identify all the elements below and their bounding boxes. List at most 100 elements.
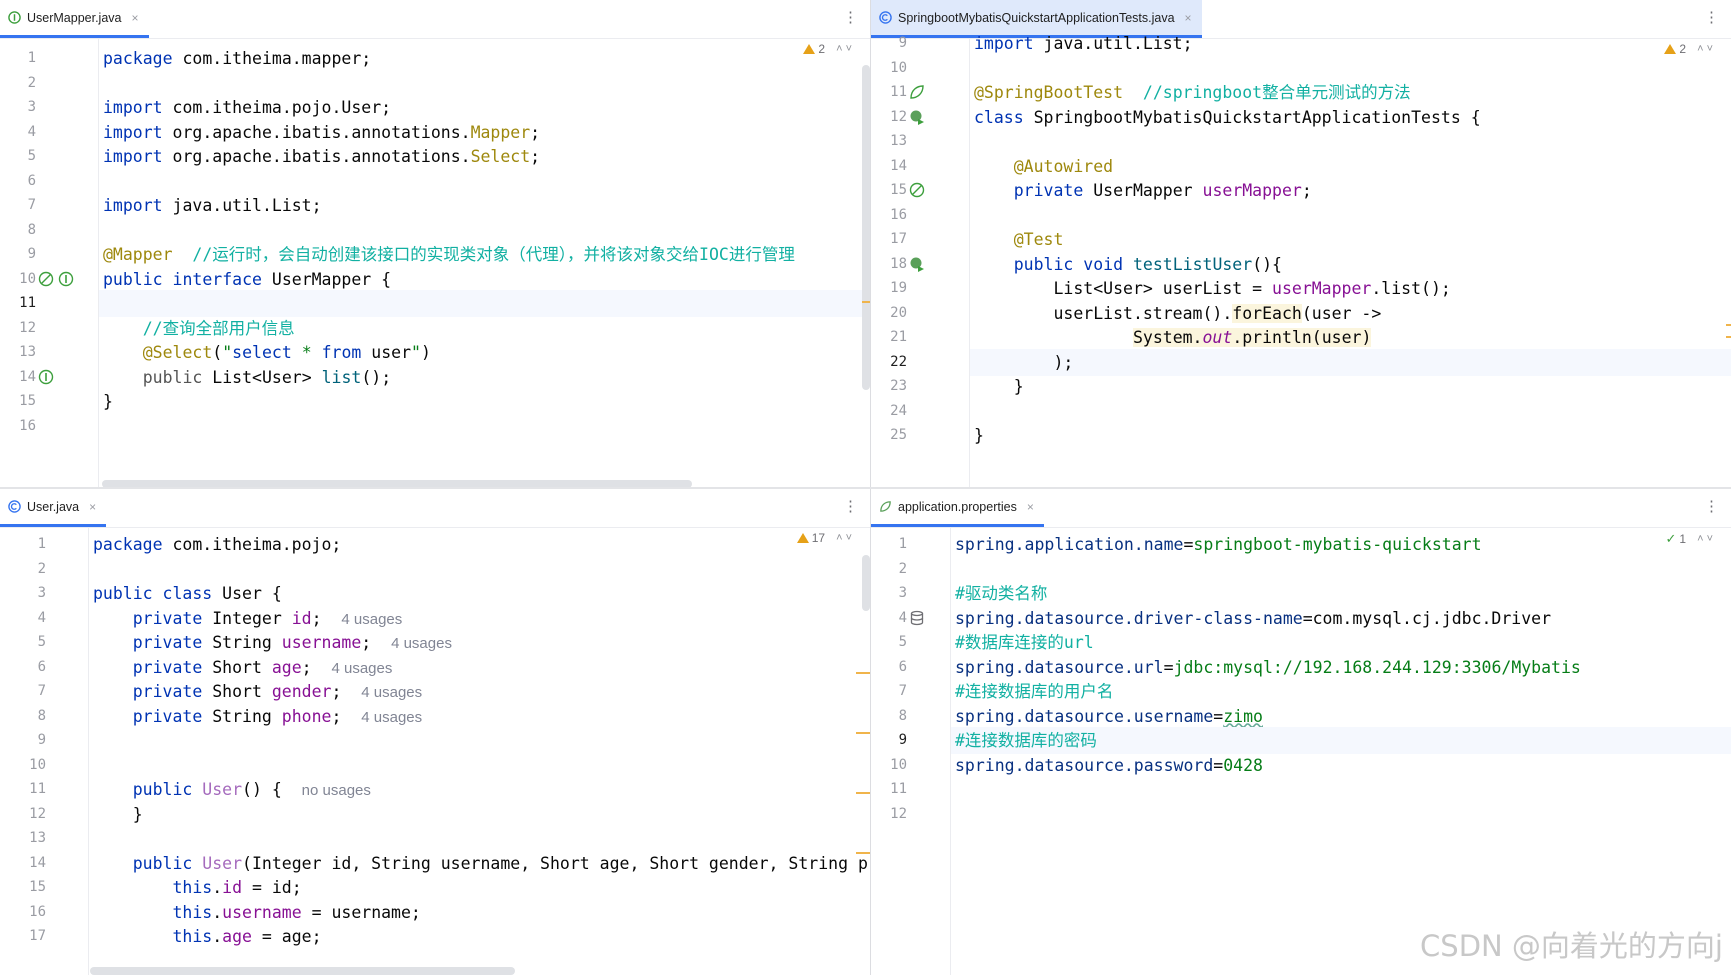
line-gutter[interactable]: 1 2 3 4 5 6 7 8 9 10 11 12 13 14 15 16 17 [0,527,89,975]
warning-stripe-mark[interactable] [856,732,870,734]
tab-user[interactable]: User.java × [0,489,107,527]
code-line[interactable] [970,398,1731,425]
run-test-icon[interactable] [909,109,925,125]
code-line[interactable]: } [970,373,1731,400]
implemented-icon[interactable] [38,369,54,385]
code-area[interactable]: spring.application.name=springboot-mybat… [951,527,1731,975]
code-line[interactable]: #连接数据库的用户名 [951,678,1731,705]
code-line[interactable]: private Short gender; 4 usages [89,678,870,705]
code-line[interactable]: this.id = id; [89,874,870,901]
warning-stripe-mark[interactable] [862,301,870,303]
more-options-icon[interactable]: ⋮ [1704,8,1719,26]
line-gutter[interactable]: 9 10 11 12 13 14 15 16 17 18 19 20 21 22 23 24 25 [871,35,970,487]
code-line[interactable]: #连接数据库的密码 [951,727,1731,754]
code-line[interactable]: import org.apache.ibatis.annotations.Sel… [99,143,870,170]
database-icon[interactable] [909,610,925,626]
run-test-icon[interactable] [909,256,925,272]
code-line[interactable]: List<User> userList = userMapper.list(); [970,275,1731,302]
code-line[interactable]: @SpringBootTest //springboot整合单元测试的方法 [970,79,1731,106]
horizontal-scrollbar[interactable] [102,480,692,487]
tab-usermapper[interactable]: UserMapper.java × [0,0,149,38]
code-line[interactable] [89,727,870,754]
code-line[interactable]: private Short age; 4 usages [89,654,870,681]
code-line[interactable] [99,168,870,195]
code-line[interactable] [99,217,870,244]
code-line[interactable]: private Integer id; 4 usages [89,605,870,632]
code-line[interactable]: package com.itheima.mapper; [99,45,870,72]
more-options-icon[interactable]: ⋮ [843,497,858,515]
code-line[interactable]: //查询全部用户信息 [99,315,870,342]
code-line[interactable]: import com.itheima.pojo.User; [99,94,870,121]
code-line[interactable] [970,128,1731,155]
no-errors-icon[interactable] [38,271,54,287]
code-area[interactable]: import java.util.List; @SpringBootTest //… [970,34,1731,487]
code-line[interactable]: #数据库连接的url [951,629,1731,656]
code-line[interactable]: @Test [970,226,1731,253]
code-line[interactable] [970,55,1731,82]
code-line[interactable]: } [970,422,1731,449]
code-area[interactable]: package com.itheima.mapper; import com.it… [99,38,870,487]
code-line[interactable]: spring.datasource.username=zimo [951,703,1731,730]
code-line[interactable] [951,776,1731,803]
code-line[interactable]: private String username; 4 usages [89,629,870,656]
code-line[interactable]: public User(Integer id, String username,… [89,850,870,877]
code-line[interactable]: package com.itheima.pojo; [89,531,870,558]
code-line[interactable] [99,413,870,440]
code-line[interactable]: public void testListUser(){ [970,251,1731,278]
code-line[interactable] [951,556,1731,583]
code-line[interactable]: userList.stream().forEach(user -> [970,300,1731,327]
vertical-scrollbar[interactable] [862,65,870,390]
code-line[interactable] [89,556,870,583]
tab-properties[interactable]: application.properties × [871,489,1044,527]
close-icon[interactable]: × [1185,11,1192,25]
warning-stripe-mark[interactable] [856,672,870,674]
close-icon[interactable]: × [1027,500,1034,514]
code-line[interactable]: this.age = age; [89,923,870,950]
code-line[interactable]: @Mapper //运行时，会自动创建该接口的实现类对象（代理），并将该对象交给… [99,241,870,268]
no-errors-icon[interactable] [909,182,925,198]
more-options-icon[interactable]: ⋮ [843,8,858,26]
horizontal-scrollbar[interactable] [90,967,515,975]
code-line[interactable]: spring.datasource.driver-class-name=com.… [951,605,1731,632]
code-line[interactable]: public User() { no usages [89,776,870,803]
more-options-icon[interactable]: ⋮ [1704,497,1719,515]
code-line[interactable]: public class User { [89,580,870,607]
code-line[interactable]: #驱动类名称 [951,580,1731,607]
code-line[interactable]: spring.datasource.password=0428 [951,752,1731,779]
code-line[interactable]: spring.datasource.url=jdbc:mysql://192.1… [951,654,1731,681]
vertical-scrollbar[interactable] [862,555,870,611]
code-line[interactable]: ); [970,349,1731,376]
line-gutter[interactable]: 1 2 3 4 5 6 7 8 9 10 11 12 [871,527,951,975]
code-line[interactable] [89,825,870,852]
code-line[interactable]: @Select("select * from user") [99,339,870,366]
code-line[interactable]: private String phone; 4 usages [89,703,870,730]
code-line[interactable]: import java.util.List; [970,30,1731,57]
code-line[interactable]: class SpringbootMybatisQuickstartApplica… [970,104,1731,131]
code-line[interactable] [951,801,1731,828]
close-icon[interactable]: × [89,500,96,514]
code-line[interactable]: this.username = username; [89,899,870,926]
code-line[interactable] [970,202,1731,229]
code-line[interactable] [99,290,870,317]
warning-stripe-mark[interactable] [1726,336,1731,338]
code-line[interactable]: } [99,388,870,415]
code-line[interactable]: @Autowired [970,153,1731,180]
code-line[interactable]: } [89,801,870,828]
spring-bean-icon[interactable] [909,84,925,100]
code-line[interactable] [89,752,870,779]
warning-stripe-mark[interactable] [856,852,870,854]
code-line[interactable]: import java.util.List; [99,192,870,219]
code-line[interactable]: public interface UserMapper { [99,266,870,293]
code-line[interactable]: System.out.println(user) [970,324,1731,351]
code-line[interactable]: import org.apache.ibatis.annotations.Map… [99,119,870,146]
code-line[interactable]: spring.application.name=springboot-mybat… [951,531,1731,558]
warning-stripe-mark[interactable] [856,792,870,794]
code-line[interactable]: private UserMapper userMapper; [970,177,1731,204]
warning-stripe-mark[interactable] [1726,324,1731,326]
code-line[interactable]: public List<User> list(); [99,364,870,391]
implemented-icon[interactable] [58,271,74,287]
close-icon[interactable]: × [132,11,139,25]
code-area[interactable]: package com.itheima.pojo; public class Us… [89,527,870,975]
code-line[interactable] [99,70,870,97]
line-gutter[interactable]: 1 2 3 4 5 6 7 8 9 10 11 12 13 14 15 16 [0,38,99,487]
